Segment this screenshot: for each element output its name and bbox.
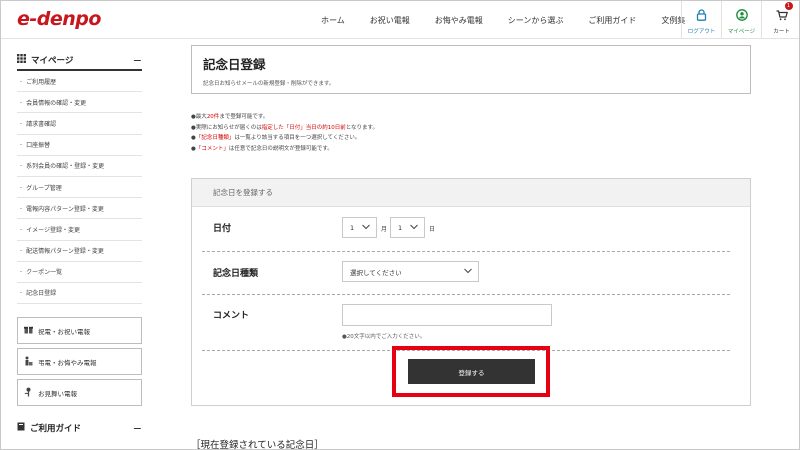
- sidebar-item-account-transfer[interactable]: - 口座振替: [17, 135, 142, 156]
- type-value: 選択してください: [350, 268, 402, 277]
- sidebar-mypage-heading[interactable]: マイページ −: [17, 51, 142, 71]
- comment-label: コメント: [213, 311, 250, 321]
- sidebar-item-coupons[interactable]: - クーポン一覧: [17, 262, 142, 283]
- day-value: 1: [398, 223, 403, 232]
- sidebar-item-member-info[interactable]: - 会員情報の確認・変更: [17, 92, 142, 114]
- note-timing: ●実際にお知らせが届くのは指定した「日付」当日の約10日前となります。: [191, 124, 378, 131]
- page-title-box: 記念日登録 記念日お知らせメールの新規登録・削除ができます。: [191, 45, 751, 94]
- page-frame: e-denpo ホーム お祝い電報 お悔やみ電報 シーンから選ぶ ご利用ガイド …: [0, 0, 800, 450]
- sidebar-item-label: 口座振替: [26, 142, 51, 150]
- month-value: 1: [350, 223, 355, 232]
- sidebar-category-buttons: 祝電・お祝い電報 弔電・お悔やみ電報 お見舞い電報: [17, 317, 142, 407]
- page-subtitle: 記念日お知らせメールの新規登録・削除ができます。: [203, 81, 335, 87]
- celebration-telegram-label: 祝電・お祝い電報: [38, 327, 90, 336]
- date-label: 日付: [213, 224, 232, 234]
- site-header: e-denpo ホーム お祝い電報 お悔やみ電報 シーンから選ぶ ご利用ガイド …: [1, 1, 799, 39]
- sidebar-item-anniversary[interactable]: - 記念日登録: [17, 283, 142, 305]
- comment-help: ●20文字以内でご入力ください。: [342, 334, 426, 340]
- sidebar-item-invoice[interactable]: - 請求書確認: [17, 113, 142, 135]
- sidebar-item-label: クーポン一覧: [26, 269, 63, 277]
- sidebar-item-label: グループ管理: [26, 184, 62, 192]
- cart-label: カート: [773, 28, 790, 35]
- sidebar-item-label: イメージ登録・変更: [26, 226, 81, 234]
- sidebar-item-label: 配送情報パターン登録・変更: [26, 248, 104, 256]
- note-comment: ●「コメント」は任意で記念日の説明文が登録可能です。: [191, 145, 333, 152]
- sidebar-item-label: ご利用履歴: [26, 78, 57, 86]
- sidebar-item-history[interactable]: - ご利用履歴: [17, 71, 142, 93]
- get-well-telegram-label: お見舞い電報: [38, 389, 77, 398]
- cart-count-badge: 1: [784, 1, 793, 10]
- grid-icon: [17, 54, 26, 66]
- chevron-down-icon: [362, 224, 370, 232]
- chevron-down-icon: [410, 224, 418, 232]
- nav-condolence[interactable]: お悔やみ電報: [435, 15, 483, 26]
- nav-home[interactable]: ホーム: [321, 15, 345, 26]
- month-unit: 月: [381, 226, 388, 233]
- page-title: 記念日登録: [203, 57, 266, 72]
- sidebar-item-label: 請求書確認: [26, 120, 57, 128]
- collapse-icon[interactable]: −: [133, 54, 142, 67]
- book-icon: [17, 422, 25, 434]
- comment-row: コメント ●20文字以内でご入力ください。: [202, 295, 730, 351]
- day-unit: 日: [429, 226, 436, 233]
- incense-icon: [24, 356, 33, 368]
- sidebar-item-label: 会員情報の確認・変更: [26, 99, 87, 107]
- sidebar-item-delivery-patterns[interactable]: - 配送情報パターン登録・変更: [17, 241, 142, 262]
- logout-label: ログアウト: [687, 28, 716, 35]
- month-select[interactable]: 1: [342, 217, 377, 238]
- form-heading: 記念日を登録する: [192, 179, 750, 207]
- register-button[interactable]: 登録する: [408, 359, 535, 384]
- sidebar-item-images[interactable]: - イメージ登録・変更: [17, 219, 142, 241]
- main-content: 記念日登録 記念日お知らせメールの新規登録・削除ができます。 ●最大20件まで登…: [191, 45, 751, 406]
- condolence-telegram-button[interactable]: 弔電・お悔やみ電報: [17, 348, 142, 376]
- person-icon: [735, 6, 748, 25]
- registered-anniversaries-heading: ［現在登録されている記念日］: [191, 440, 324, 450]
- notes: ●最大20件まで登録可能です。 ●実際にお知らせが届くのは指定した「日付」当日の…: [191, 112, 751, 154]
- global-nav: ホーム お祝い電報 お悔やみ電報 シーンから選ぶ ご利用ガイド 文例集: [321, 1, 710, 39]
- sidebar-guide-label: ご利用ガイド: [30, 424, 82, 435]
- celebration-telegram-button[interactable]: 祝電・お祝い電報: [17, 317, 142, 345]
- note-limit: ●最大20件まで登録可能です。: [191, 114, 269, 120]
- flower-icon: [24, 387, 33, 399]
- sidebar: マイページ − - ご利用履歴 - 会員情報の確認・変更 - 請求書確認 - 口座振替 …: [17, 51, 142, 436]
- condolence-telegram-label: 弔電・お悔やみ電報: [38, 358, 97, 367]
- chevron-down-icon: [464, 268, 472, 276]
- sidebar-item-label: 系列会員の確認・登録・変更: [26, 163, 105, 171]
- header-icons: ログアウト マイページ 1 カート: [681, 1, 799, 39]
- nav-guide[interactable]: ご利用ガイド: [588, 15, 636, 26]
- nav-celebration[interactable]: お祝い電報: [370, 15, 410, 26]
- type-row: 記念日種類 選択してください: [202, 252, 730, 295]
- get-well-telegram-button[interactable]: お見舞い電報: [17, 379, 142, 407]
- sidebar-guide-heading[interactable]: ご利用ガイド −: [17, 420, 142, 436]
- lock-icon: [696, 6, 707, 25]
- nav-scene[interactable]: シーンから選ぶ: [508, 15, 564, 26]
- day-select[interactable]: 1: [390, 217, 425, 238]
- gift-icon: [24, 325, 33, 336]
- type-select[interactable]: 選択してください: [342, 261, 479, 282]
- sidebar-item-affiliate-members[interactable]: - 系列会員の確認・登録・変更: [17, 156, 142, 177]
- sidebar-item-label: 電報内容パターン登録・変更: [26, 205, 104, 213]
- logout-button[interactable]: ログアウト: [681, 1, 721, 39]
- date-row: 日付 1 月 1 日: [202, 207, 730, 252]
- sidebar-heading-label: マイページ: [31, 56, 74, 66]
- mypage-label: マイページ: [727, 28, 756, 35]
- cart-icon: 1: [776, 1, 793, 25]
- site-logo[interactable]: e-denpo: [17, 8, 101, 30]
- type-label: 記念日種類: [213, 269, 259, 279]
- mypage-button[interactable]: マイページ: [721, 1, 761, 39]
- cart-button[interactable]: 1 カート: [761, 1, 799, 39]
- sidebar-item-group[interactable]: - グループ管理: [17, 177, 142, 199]
- note-type: ●「記念日種類」は一覧より該当する項目を一つ選択してください。: [191, 135, 361, 141]
- collapse-icon[interactable]: −: [133, 422, 142, 435]
- sidebar-item-label: 記念日登録: [26, 290, 57, 298]
- sidebar-item-message-patterns[interactable]: - 電報内容パターン登録・変更: [17, 198, 142, 220]
- comment-input[interactable]: [342, 304, 552, 326]
